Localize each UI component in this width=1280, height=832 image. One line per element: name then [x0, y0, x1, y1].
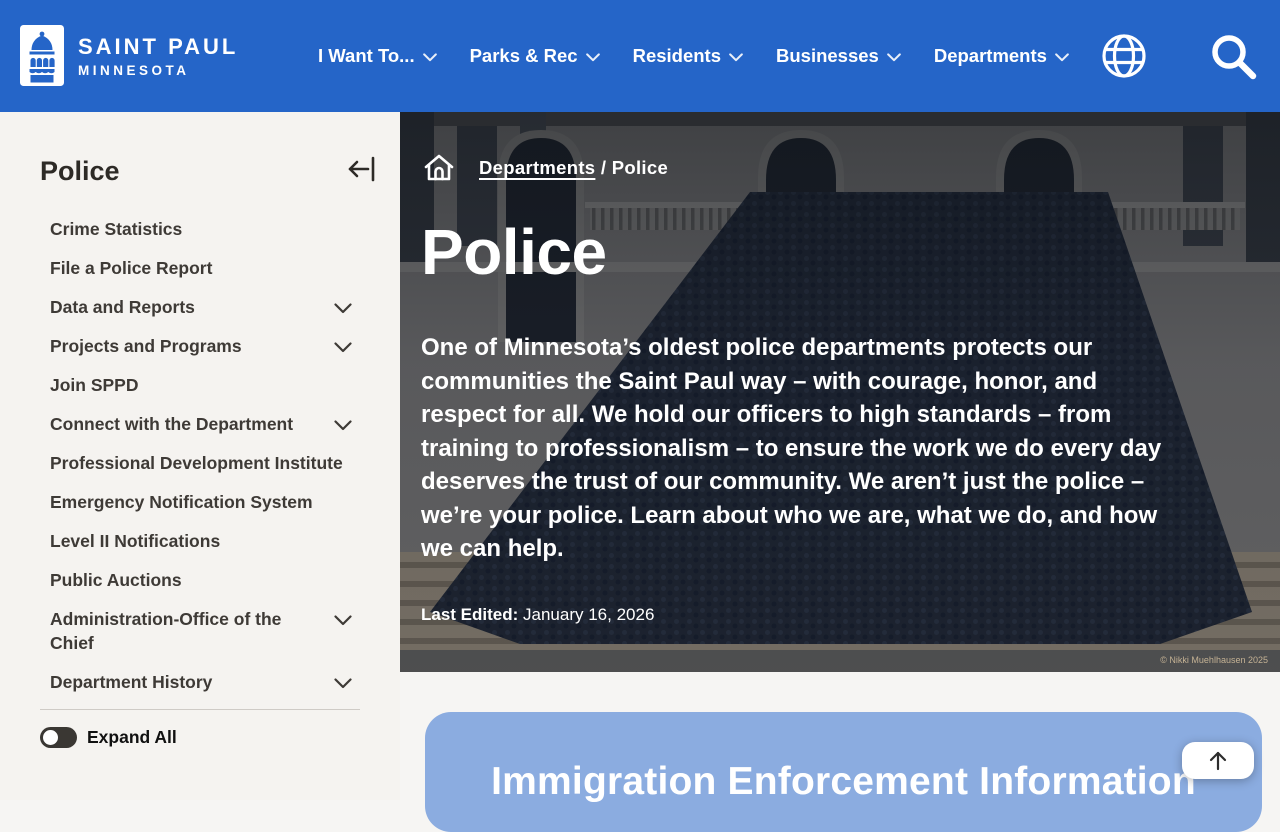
sidebar-item-administration-office-of-the-chief[interactable]: Administration-Office of the Chief: [50, 607, 352, 655]
page-description: One of Minnesota’s oldest police departm…: [421, 331, 1181, 566]
sidebar-item-data-and-reports[interactable]: Data and Reports: [50, 295, 352, 319]
nav-item-departments[interactable]: Departments: [934, 45, 1069, 67]
chevron-down-icon[interactable]: [334, 613, 352, 631]
sidebar-item-join-sppd[interactable]: Join SPPD: [50, 373, 352, 397]
language-globe-button[interactable]: [1100, 32, 1148, 85]
arrow-up-icon: [1207, 750, 1229, 772]
chevron-down-icon[interactable]: [334, 418, 352, 436]
sidebar-item-label: Projects and Programs: [50, 334, 242, 358]
expand-all-label: Expand All: [87, 727, 177, 748]
nav-item-label: Departments: [934, 45, 1047, 67]
sidebar-item-crime-statistics[interactable]: Crime Statistics: [50, 217, 352, 241]
search-button[interactable]: [1208, 32, 1260, 89]
nav-item-businesses[interactable]: Businesses: [776, 45, 901, 67]
sidebar-item-department-history[interactable]: Department History: [50, 670, 352, 694]
sidebar-item-file-a-police-report[interactable]: File a Police Report: [50, 256, 352, 280]
sidebar-item-label: Data and Reports: [50, 295, 195, 319]
chevron-down-icon[interactable]: [334, 676, 352, 694]
logo-line1: SAINT PAUL: [78, 34, 238, 60]
scroll-to-top-button[interactable]: [1182, 742, 1254, 779]
sidebar-title: Police: [40, 156, 120, 187]
chevron-down-icon: [586, 45, 600, 67]
sidebar-item-label: Crime Statistics: [50, 217, 182, 241]
chevron-down-icon: [729, 45, 743, 67]
nav-item-parks-rec[interactable]: Parks & Rec: [470, 45, 600, 67]
sidebar-divider: [40, 709, 360, 710]
sidebar-item-connect-with-the-department[interactable]: Connect with the Department: [50, 412, 352, 436]
immigration-info-card[interactable]: Immigration Enforcement Information: [425, 712, 1262, 832]
capitol-logo-icon: [20, 25, 64, 86]
sidebar-item-label: Public Auctions: [50, 568, 182, 592]
sidebar-item-public-auctions[interactable]: Public Auctions: [50, 568, 352, 592]
sidebar-item-label: Department History: [50, 670, 212, 694]
breadcrumb: Departments / Police: [421, 150, 668, 186]
sidebar-item-label: Professional Development Institute: [50, 451, 343, 475]
card-title: Immigration Enforcement Information: [425, 760, 1262, 804]
sidebar-item-projects-and-programs[interactable]: Projects and Programs: [50, 334, 352, 358]
sidebar-item-label: File a Police Report: [50, 256, 212, 280]
primary-nav: I Want To... Parks & Rec Residents Business…: [318, 0, 1069, 112]
expand-all-toggle[interactable]: [40, 727, 77, 748]
sidebar-item-label: Emergency Notification System: [50, 490, 313, 514]
chevron-down-icon[interactable]: [334, 301, 352, 319]
nav-item-label: Parks & Rec: [470, 45, 578, 67]
site-header: SAINT PAUL MINNESOTA I Want To... Parks &…: [0, 0, 1280, 112]
section-sidebar: Police Crime Statistics File a Police Rep…: [0, 112, 400, 800]
home-icon[interactable]: [421, 150, 457, 186]
breadcrumb-link-departments[interactable]: Departments: [479, 157, 595, 178]
search-icon: [1208, 32, 1260, 84]
last-edited-label: Last Edited:: [421, 605, 518, 624]
page-title: Police: [421, 215, 607, 289]
last-edited-date: January 16, 2026: [518, 605, 654, 624]
nav-item-residents[interactable]: Residents: [633, 45, 743, 67]
nav-item-i-want-to[interactable]: I Want To...: [318, 45, 437, 67]
toggle-knob: [43, 730, 58, 745]
chevron-down-icon: [423, 45, 437, 67]
last-edited: Last Edited: January 16, 2026: [421, 605, 654, 625]
nav-item-label: Businesses: [776, 45, 879, 67]
logo-text: SAINT PAUL MINNESOTA: [78, 34, 238, 78]
chevron-down-icon[interactable]: [334, 340, 352, 358]
sidebar-item-professional-development-institute[interactable]: Professional Development Institute: [50, 451, 352, 475]
nav-item-label: Residents: [633, 45, 721, 67]
breadcrumb-separator: /: [601, 157, 612, 178]
photo-credit: © Nikki Muehlhausen 2025: [1160, 655, 1268, 665]
site-logo[interactable]: SAINT PAUL MINNESOTA: [20, 25, 238, 86]
sidebar-item-label: Connect with the Department: [50, 412, 293, 436]
sidebar-item-level-ii-notifications[interactable]: Level II Notifications: [50, 529, 352, 553]
globe-icon: [1100, 32, 1148, 80]
sidebar-item-label: Level II Notifications: [50, 529, 220, 553]
sidebar-menu: Crime Statistics File a Police Report Data…: [50, 217, 352, 694]
sidebar-item-emergency-notification-system[interactable]: Emergency Notification System: [50, 490, 352, 514]
breadcrumb-current: Police: [612, 157, 668, 178]
logo-line2: MINNESOTA: [78, 63, 238, 78]
nav-item-label: I Want To...: [318, 45, 415, 67]
sidebar-item-label: Administration-Office of the Chief: [50, 607, 305, 655]
main-content: Departments / Police Police One of Minne…: [400, 112, 1280, 800]
chevron-down-icon: [887, 45, 901, 67]
hero-banner: Departments / Police Police One of Minne…: [400, 112, 1280, 672]
collapse-sidebar-icon[interactable]: [346, 154, 376, 189]
sidebar-item-label: Join SPPD: [50, 373, 139, 397]
chevron-down-icon: [1055, 45, 1069, 67]
